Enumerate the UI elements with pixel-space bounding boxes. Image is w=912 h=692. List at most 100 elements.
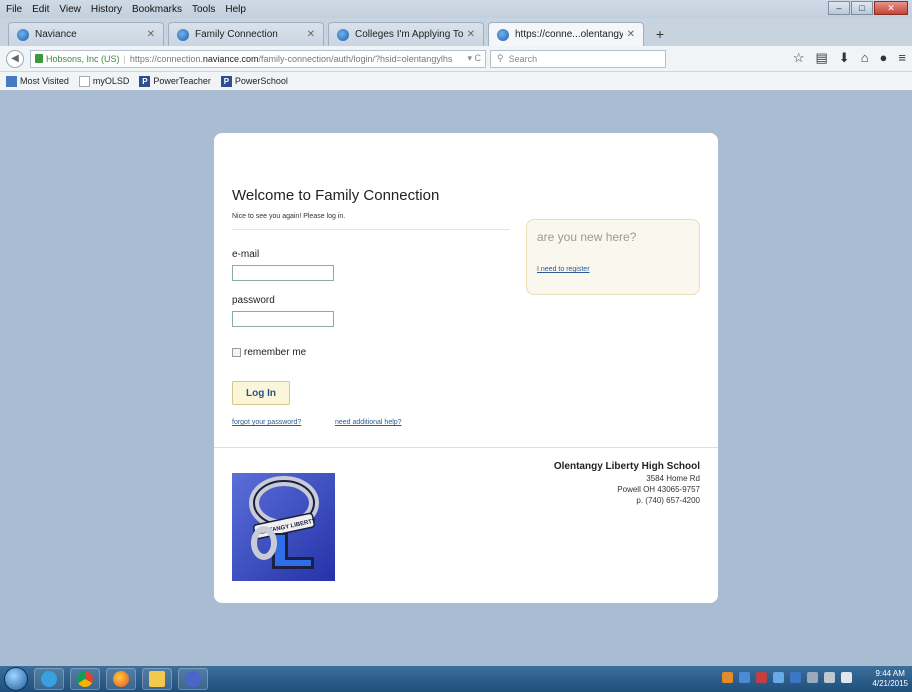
search-icon: ⚲ — [497, 53, 504, 63]
tray-icon[interactable] — [739, 672, 750, 683]
menu-bookmarks[interactable]: Bookmarks — [132, 4, 182, 15]
powerschool-icon: P — [139, 75, 151, 87]
remember-label: remember me — [244, 347, 307, 358]
address-bar[interactable]: Hobsons, Inc (US) | https://connection.n… — [30, 49, 486, 68]
page-title: Welcome to Family Connection — [232, 187, 440, 204]
chrome-icon — [77, 671, 93, 687]
home-icon[interactable]: ⌂ — [861, 50, 869, 66]
password-field[interactable] — [232, 311, 334, 327]
menu-view[interactable]: View — [59, 4, 81, 15]
menu-bar: File Edit View History Bookmarks Tools H… — [0, 0, 912, 18]
bookmark-label: myOLSD — [92, 76, 130, 86]
reload-icon[interactable]: ▾ C — [467, 53, 481, 64]
window-controls: – □ ✕ — [827, 1, 908, 15]
taskbar-ie[interactable] — [34, 668, 64, 690]
nav-bar: ◀ Hobsons, Inc (US) | https://connection… — [0, 46, 912, 72]
globe-icon — [177, 28, 189, 41]
tab-label: https://conne...olentangylhs — [515, 29, 623, 40]
bookmark-icon — [6, 75, 17, 87]
firefox-icon — [113, 671, 129, 687]
reading-list-icon[interactable]: ▤ — [815, 50, 827, 66]
menu-help[interactable]: Help — [225, 4, 246, 15]
menu-file[interactable]: File — [6, 4, 22, 15]
start-button[interactable] — [4, 667, 28, 691]
blank-page-icon — [78, 75, 90, 87]
star-bookmark-icon[interactable]: ☆ — [793, 50, 805, 66]
new-user-box: are you new here? I need to register — [526, 219, 700, 295]
footer-divider — [214, 447, 718, 448]
download-icon[interactable]: ⬇ — [839, 50, 850, 66]
taskbar-app[interactable] — [178, 668, 208, 690]
volume-icon[interactable] — [841, 672, 852, 683]
bookmark-powerteacher[interactable]: P PowerTeacher — [139, 75, 211, 87]
clock[interactable]: 9:44 AM 4/21/2015 — [872, 669, 908, 689]
password-label: password — [232, 295, 275, 306]
tray-icon[interactable] — [790, 672, 801, 683]
maximize-button[interactable]: □ — [851, 1, 873, 15]
tab-colleges[interactable]: Colleges I'm Applying To ✕ — [328, 22, 484, 46]
taskbar-firefox[interactable] — [106, 668, 136, 690]
tab-label: Colleges I'm Applying To — [355, 29, 463, 40]
bookmark-most-visited[interactable]: Most Visited — [6, 75, 69, 87]
close-tab-icon[interactable]: ✕ — [627, 29, 635, 40]
ie-icon — [41, 671, 57, 687]
url-separator: | — [123, 53, 126, 64]
bookmark-label: PowerSchool — [234, 76, 288, 86]
taskbar: 9:44 AM 4/21/2015 — [0, 666, 912, 692]
globe-icon — [337, 28, 349, 41]
site-identity[interactable]: Hobsons, Inc (US) — [46, 54, 120, 64]
bookmark-powerschool[interactable]: P PowerSchool — [220, 75, 288, 87]
network-icon[interactable] — [824, 672, 835, 683]
tray-icon[interactable] — [756, 672, 767, 683]
school-logo-graphic: OLENTANGY LIBERTY — [249, 476, 319, 569]
menu-tools[interactable]: Tools — [192, 4, 215, 15]
close-tab-icon[interactable]: ✕ — [307, 29, 315, 40]
taskbar-explorer[interactable] — [142, 668, 172, 690]
tab-bar: Naviance ✕ Family Connection ✕ Colleges … — [0, 18, 912, 46]
login-button[interactable]: Log In — [232, 381, 290, 405]
tab-family-connection[interactable]: Family Connection ✕ — [168, 22, 324, 46]
url-text: https://connection.naviance.com/family-c… — [129, 53, 453, 64]
taskbar-chrome[interactable] — [70, 668, 100, 690]
powerschool-icon: P — [220, 75, 232, 87]
search-box[interactable]: ⚲ Search — [490, 49, 666, 68]
email-label: e-mail — [232, 249, 260, 260]
tray-icon[interactable] — [807, 672, 818, 683]
tab-naviance[interactable]: Naviance ✕ — [8, 22, 164, 46]
tray-icon[interactable] — [722, 672, 733, 683]
globe-icon — [17, 28, 29, 41]
menu-icon[interactable]: ≡ — [898, 50, 906, 66]
menu-history[interactable]: History — [91, 4, 122, 15]
remember-checkbox[interactable] — [232, 348, 241, 357]
school-street: 3584 Home Rd — [646, 474, 700, 483]
bookmarks-bar: Most Visited myOLSD P PowerTeacher P Pow… — [0, 72, 912, 90]
school-phone: p. (740) 657-4200 — [636, 496, 700, 505]
chat-icon[interactable]: ● — [880, 50, 888, 66]
folder-icon — [149, 671, 165, 687]
school-info: Olentangy Liberty High School 3584 Home … — [554, 461, 700, 506]
lock-icon — [35, 54, 43, 63]
new-tab-icon[interactable]: + — [648, 22, 672, 46]
email-field[interactable] — [232, 265, 334, 281]
menu-edit[interactable]: Edit — [32, 4, 49, 15]
bookmark-myolsd[interactable]: myOLSD — [78, 75, 130, 87]
app-icon — [185, 671, 201, 687]
clock-date: 4/21/2015 — [872, 679, 908, 688]
back-arrow-icon[interactable]: ◀ — [6, 49, 24, 68]
register-link[interactable]: I need to register — [537, 266, 590, 273]
close-tab-icon[interactable]: ✕ — [467, 29, 475, 40]
window-close-button[interactable]: ✕ — [874, 1, 908, 15]
forgot-password-link[interactable]: forgot your password? — [232, 419, 301, 426]
minimize-button[interactable]: – — [828, 1, 850, 15]
tab-label: Family Connection — [195, 29, 278, 40]
school-city: Powell OH 43065-9757 — [617, 485, 700, 494]
close-tab-icon[interactable]: ✕ — [147, 29, 155, 40]
new-user-title: are you new here? — [537, 230, 637, 244]
tray-icon[interactable] — [773, 672, 784, 683]
additional-help-link[interactable]: need additional help? — [335, 419, 402, 426]
bookmark-label: PowerTeacher — [153, 76, 211, 86]
toolbar-icons: ☆ ▤ ⬇ ⌂ ● ≡ — [793, 50, 906, 66]
remember-me[interactable]: remember me — [232, 347, 306, 358]
system-tray — [722, 672, 852, 683]
tab-login-active[interactable]: https://conne...olentangylhs ✕ — [488, 22, 644, 46]
